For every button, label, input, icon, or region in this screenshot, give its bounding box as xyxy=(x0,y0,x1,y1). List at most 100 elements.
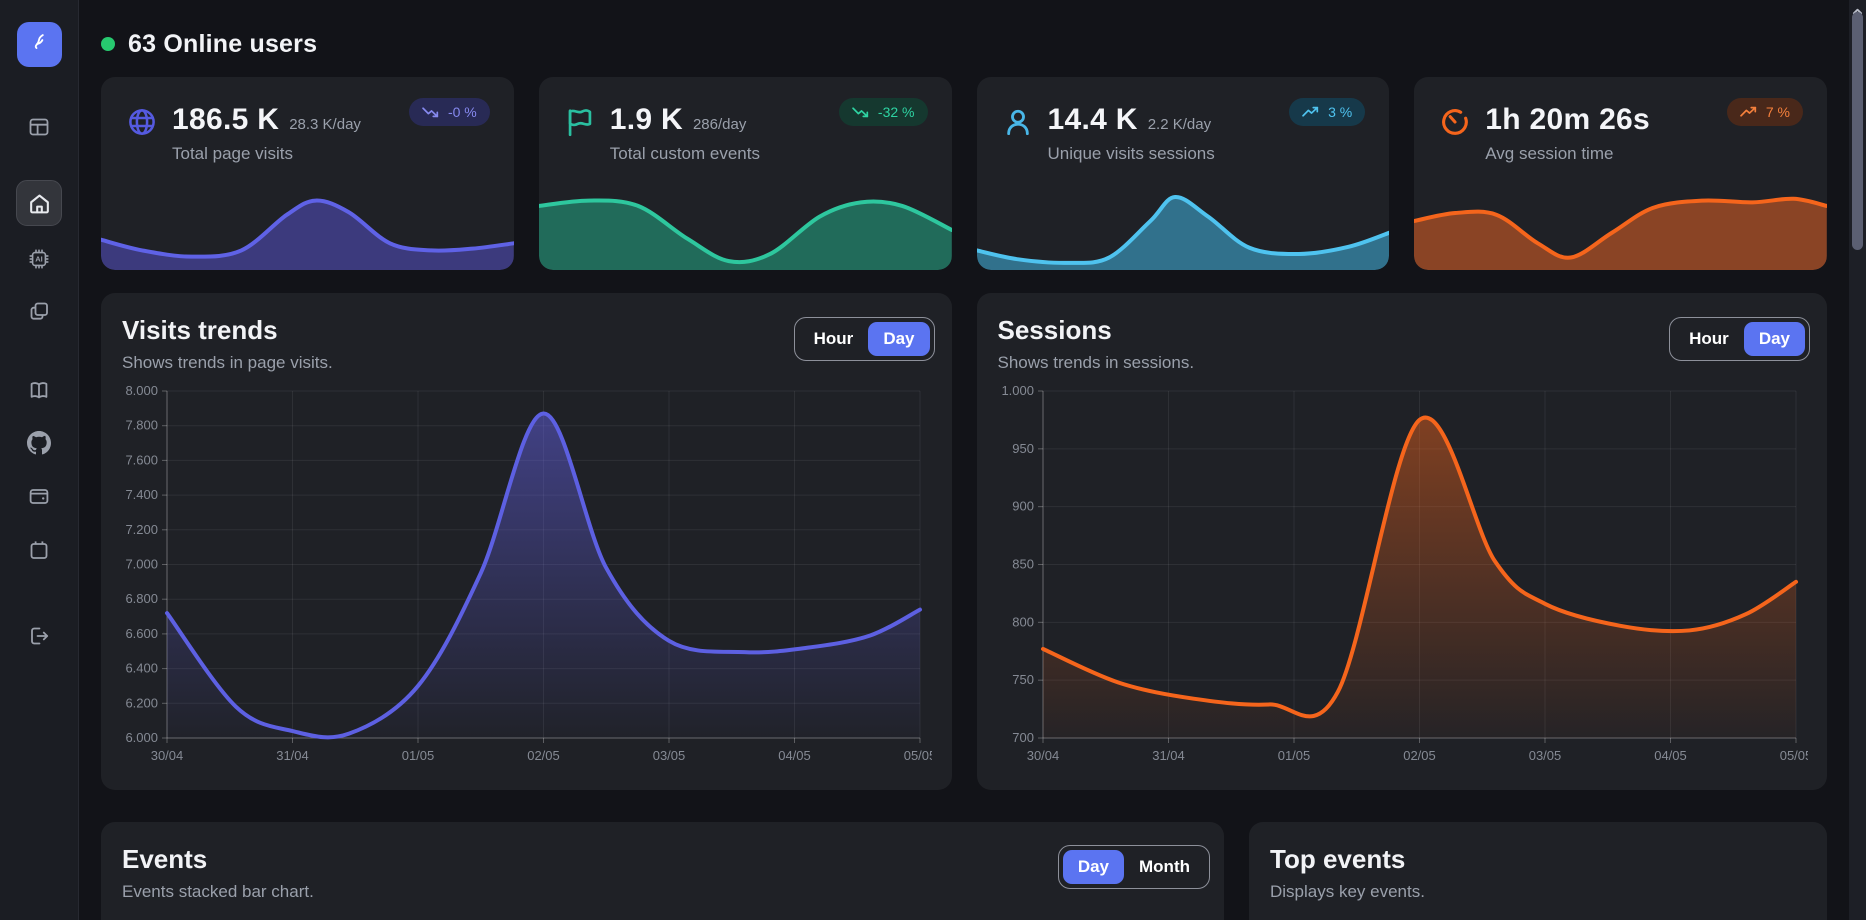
events-interval-toggle: Day Month xyxy=(1058,845,1210,889)
svg-text:30/04: 30/04 xyxy=(1026,748,1059,763)
svg-text:6.800: 6.800 xyxy=(125,591,158,606)
sidebar-item-home[interactable] xyxy=(16,180,62,226)
stat-rate: 2.2 K/day xyxy=(1148,116,1211,133)
svg-text:7.000: 7.000 xyxy=(125,557,158,572)
stat-card-unique-sessions: 14.4 K 2.2 K/day Unique visits sessions … xyxy=(977,77,1390,270)
trend-down-icon xyxy=(422,106,439,118)
book-icon xyxy=(27,378,51,402)
stat-card-session-time: 1h 20m 26s Avg session time 7 % xyxy=(1414,77,1827,270)
sidebar-item-logout[interactable] xyxy=(23,620,55,652)
svg-text:02/05: 02/05 xyxy=(527,748,560,763)
bottom-row: Events Events stacked bar chart. Day Mon… xyxy=(101,822,1827,920)
app-logo[interactable] xyxy=(17,22,62,67)
svg-text:03/05: 03/05 xyxy=(1528,748,1561,763)
svg-text:6.200: 6.200 xyxy=(125,695,158,710)
page-visits-sparkline xyxy=(101,175,514,270)
trend-badge: 7 % xyxy=(1727,98,1803,126)
panel-title: Top events xyxy=(1249,822,1827,875)
stat-rate: 286/day xyxy=(693,116,746,133)
panel-title: Events xyxy=(101,822,1224,875)
sidebar: AI xyxy=(0,0,79,920)
sidebar-item-dashboard[interactable] xyxy=(23,111,55,143)
stat-label: Avg session time xyxy=(1485,144,1650,164)
logo-swoosh-icon xyxy=(27,29,53,60)
main-content: 63 Online users 186.5 K 28.3 K/day xyxy=(79,0,1849,920)
stat-cards-row: 186.5 K 28.3 K/day Total page visits -0 … xyxy=(101,77,1827,270)
svg-text:7.600: 7.600 xyxy=(125,452,158,467)
logout-icon xyxy=(27,624,51,648)
scrollbar-thumb[interactable] xyxy=(1852,12,1863,250)
trend-badge-text: 7 % xyxy=(1766,104,1790,120)
sidebar-item-github[interactable] xyxy=(23,427,55,459)
stat-label: Unique visits sessions xyxy=(1048,144,1215,164)
svg-text:30/04: 30/04 xyxy=(151,748,184,763)
svg-text:01/05: 01/05 xyxy=(402,748,435,763)
panel-subtitle: Displays key events. xyxy=(1249,875,1827,902)
top-events-panel: Top events Displays key events. xyxy=(1249,822,1827,920)
svg-text:AI: AI xyxy=(35,255,43,264)
svg-text:05/05: 05/05 xyxy=(904,748,932,763)
svg-text:04/05: 04/05 xyxy=(1654,748,1687,763)
stat-card-page-visits: 186.5 K 28.3 K/day Total page visits -0 … xyxy=(101,77,514,270)
visits-hour-button[interactable]: Hour xyxy=(799,322,869,356)
svg-text:800: 800 xyxy=(1012,614,1034,629)
sidebar-item-docs[interactable] xyxy=(23,374,55,406)
visits-day-button[interactable]: Day xyxy=(868,322,929,356)
clock-icon xyxy=(1438,105,1472,144)
sidebar-item-ai[interactable]: AI xyxy=(23,243,55,275)
trend-badge: 3 % xyxy=(1289,98,1365,126)
sessions-interval-toggle: Hour Day xyxy=(1669,317,1810,361)
svg-text:05/05: 05/05 xyxy=(1779,748,1807,763)
sidebar-item-billing[interactable] xyxy=(23,480,55,512)
visits-trends-panel: Visits trends Shows trends in page visit… xyxy=(101,293,952,790)
events-day-button[interactable]: Day xyxy=(1063,850,1124,884)
session-time-sparkline xyxy=(1414,175,1827,270)
events-month-button[interactable]: Month xyxy=(1124,850,1205,884)
trend-up-icon xyxy=(1302,106,1319,118)
app-root: AI xyxy=(0,0,1866,920)
charts-row: Visits trends Shows trends in page visit… xyxy=(101,293,1827,790)
flag-icon xyxy=(563,105,597,144)
page-scrollbar[interactable] xyxy=(1849,0,1866,920)
svg-text:1.000: 1.000 xyxy=(1001,383,1034,398)
stat-value: 14.4 K xyxy=(1048,103,1138,137)
panels-icon xyxy=(27,115,51,139)
calendar-icon xyxy=(27,538,51,562)
sidebar-item-calendar[interactable] xyxy=(23,534,55,566)
svg-text:850: 850 xyxy=(1012,557,1034,572)
online-users-label: 63 Online users xyxy=(128,30,317,59)
svg-text:04/05: 04/05 xyxy=(778,748,811,763)
unique-sessions-sparkline xyxy=(977,175,1390,270)
custom-events-sparkline xyxy=(539,175,952,270)
ai-chip-icon: AI xyxy=(27,247,51,271)
online-status-dot xyxy=(101,37,115,51)
sessions-hour-button[interactable]: Hour xyxy=(1674,322,1744,356)
sessions-day-button[interactable]: Day xyxy=(1744,322,1805,356)
trend-up-icon xyxy=(1740,106,1757,118)
svg-text:31/04: 31/04 xyxy=(1152,748,1185,763)
sidebar-item-pages[interactable] xyxy=(23,295,55,327)
trend-badge: -32 % xyxy=(839,98,928,126)
home-icon xyxy=(27,191,52,216)
svg-text:6.000: 6.000 xyxy=(125,730,158,745)
trend-badge-text: -32 % xyxy=(878,104,915,120)
stat-card-custom-events: 1.9 K 286/day Total custom events -32 % xyxy=(539,77,952,270)
svg-text:700: 700 xyxy=(1012,730,1034,745)
visits-trend-chart: 6.0006.2006.4006.6006.8007.0007.2007.400… xyxy=(121,383,932,783)
stat-label: Total page visits xyxy=(172,144,361,164)
globe-icon xyxy=(125,105,159,144)
trend-badge-text: 3 % xyxy=(1328,104,1352,120)
panel-subtitle: Events stacked bar chart. xyxy=(101,875,1224,902)
events-panel: Events Events stacked bar chart. Day Mon… xyxy=(101,822,1224,920)
visits-interval-toggle: Hour Day xyxy=(794,317,935,361)
trend-down-icon xyxy=(852,106,869,118)
trend-badge-text: -0 % xyxy=(448,104,477,120)
stat-value: 186.5 K xyxy=(172,103,279,137)
stat-value: 1h 20m 26s xyxy=(1485,103,1650,137)
user-icon xyxy=(1001,105,1035,144)
stat-label: Total custom events xyxy=(610,144,760,164)
svg-text:6.600: 6.600 xyxy=(125,626,158,641)
online-users: 63 Online users xyxy=(101,26,1827,62)
svg-text:8.000: 8.000 xyxy=(125,383,158,398)
svg-text:900: 900 xyxy=(1012,499,1034,514)
